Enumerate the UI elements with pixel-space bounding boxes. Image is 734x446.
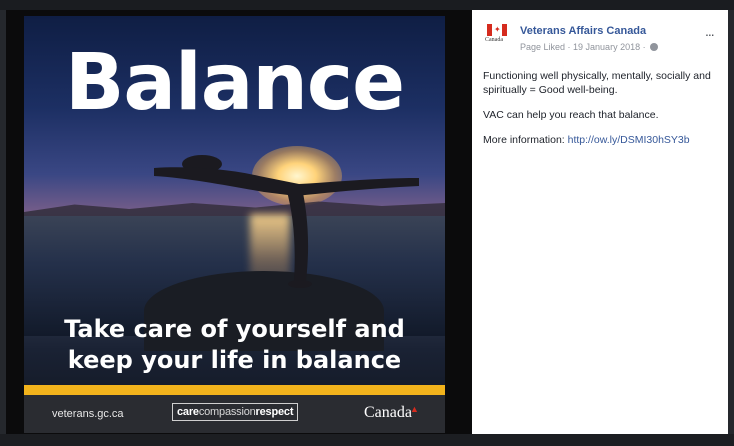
viewer-top-strip xyxy=(0,0,734,10)
maple-leaf-icon: ▲ xyxy=(409,404,419,414)
website-text: veterans.gc.ca xyxy=(52,408,124,420)
badge-respect: respect xyxy=(255,406,294,418)
public-globe-icon[interactable] xyxy=(650,43,659,51)
image-footer: veterans.gc.ca carecompassionrespect Can… xyxy=(24,395,445,433)
gold-stripe xyxy=(24,385,445,395)
badge-care: care xyxy=(177,406,199,418)
post-meta-text: Page Liked · 19 January 2018 · xyxy=(520,42,646,52)
headline: Balance xyxy=(64,38,405,128)
page-avatar[interactable]: ✦ Canada xyxy=(485,24,509,52)
badge-compassion: compassion xyxy=(198,406,256,418)
avatar-wordmark: Canada xyxy=(485,37,503,43)
post-body: Functioning well physically, mentally, s… xyxy=(483,69,719,158)
canada-wordmark-text: Canada xyxy=(364,404,412,421)
maple-leaf-icon: ✦ xyxy=(494,25,501,34)
page-name-link[interactable]: Veterans Affairs Canada xyxy=(520,25,646,37)
post-paragraph-1: Functioning well physically, mentally, s… xyxy=(483,70,711,96)
post-meta: Page Liked · 19 January 2018 · xyxy=(520,42,659,52)
viewer-bottom-strip xyxy=(0,434,734,446)
more-options-icon[interactable]: ... xyxy=(705,23,715,39)
post-paragraph-3: More information: http://ow.ly/DSMI30hSY… xyxy=(483,133,719,147)
post-sidebar: ✦ Canada Veterans Affairs Canada Page Li… xyxy=(472,10,728,434)
post-photo[interactable]: Balance Take care of yourself and keep y… xyxy=(24,16,445,433)
values-badge: carecompassionrespect xyxy=(172,403,299,421)
canada-wordmark: Canada▲ xyxy=(364,404,419,422)
post-paragraph-2: VAC can help you reach that balance. xyxy=(483,109,659,121)
more-info-link[interactable]: http://ow.ly/DSMI30hSY3b xyxy=(568,134,690,146)
tagline-line-1: Take care of yourself and xyxy=(64,315,405,343)
tagline-line-2: keep your life in balance xyxy=(67,346,402,374)
tagline: Take care of yourself and keep your life… xyxy=(24,314,445,376)
more-info-label: More information: xyxy=(483,134,565,146)
